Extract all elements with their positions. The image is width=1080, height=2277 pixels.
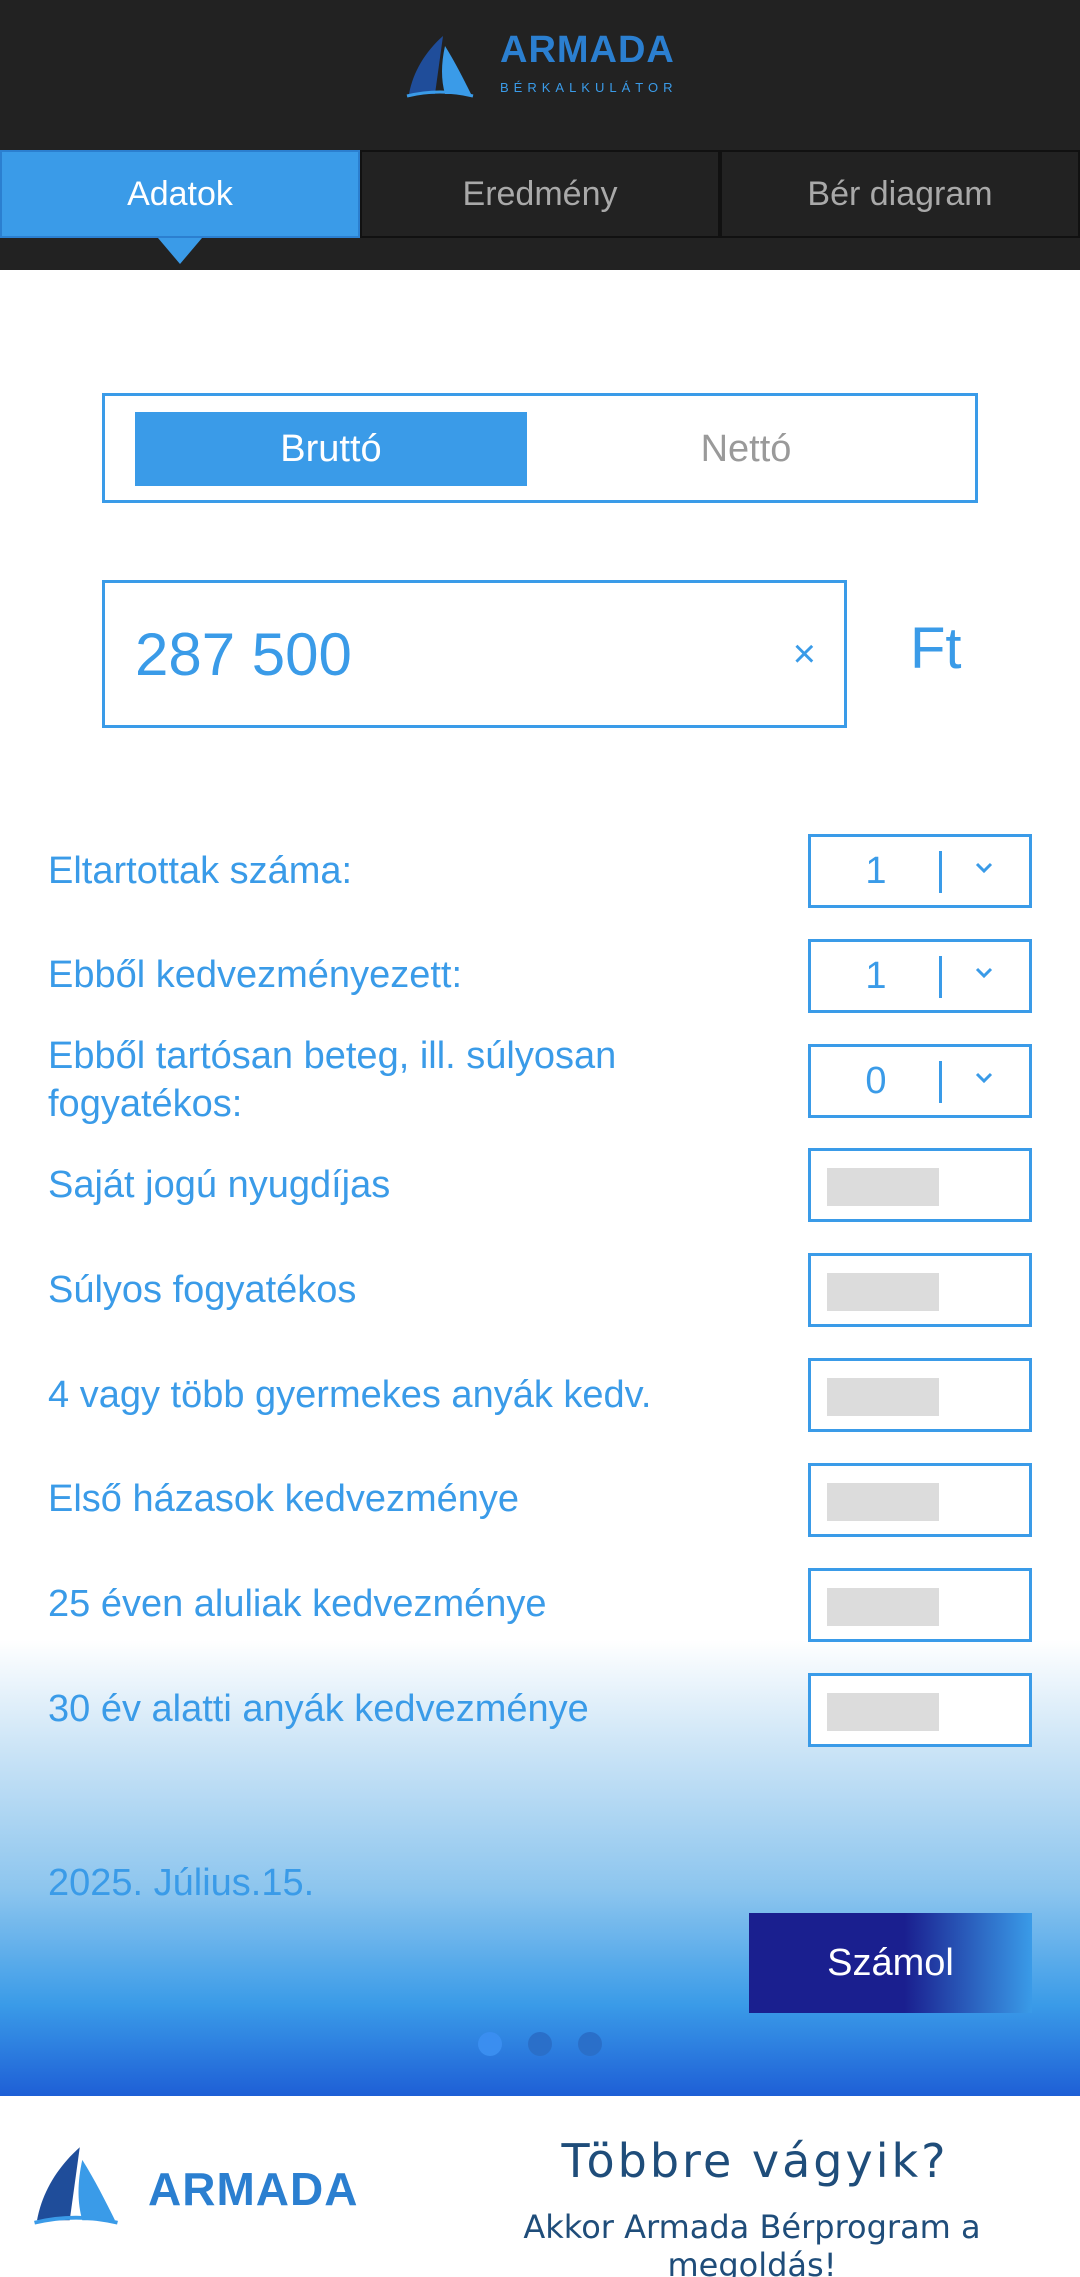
switch-knob <box>827 1273 939 1311</box>
amount-value: 287 500 <box>135 620 352 688</box>
sail-logo-icon <box>406 36 474 98</box>
switch-knob <box>827 1693 939 1731</box>
date-label: 2025. Július.15. <box>48 1862 315 1904</box>
chevron-down-icon <box>975 967 993 979</box>
beneficiaries-label: Ebből kedvezményezett: <box>48 954 463 996</box>
ad-banner[interactable]: ARMADA Többre vágyik? Akkor Armada Bérpr… <box>0 2096 1080 2277</box>
page-dot-2[interactable] <box>528 2032 552 2056</box>
beneficiaries-select[interactable]: 1 <box>808 939 1032 1013</box>
brutto-netto-toggle: Bruttó Nettó <box>102 393 978 503</box>
switch-knob <box>827 1483 939 1521</box>
toggle-netto[interactable]: Nettó <box>550 412 942 486</box>
banner-subtitle: Akkor Armada Bérprogram a megoldás! <box>523 2208 981 2277</box>
banner-brand-name: ARMADA <box>148 2163 359 2215</box>
select-divider <box>939 956 942 998</box>
pensioner-label: Saját jogú nyugdíjas <box>48 1164 391 1206</box>
toggle-brutto[interactable]: Bruttó <box>135 412 527 486</box>
dependents-label: Eltartottak száma: <box>48 850 353 892</box>
mothers-four-children-label: 4 vagy több gyermekes anyák kedv. <box>48 1374 652 1416</box>
calculate-button[interactable]: Számol <box>749 1913 1032 2013</box>
tab-bar: Adatok Eredmény Bér diagram <box>0 150 1080 270</box>
sail-logo-icon <box>34 2147 118 2225</box>
dependents-select[interactable]: 1 <box>808 834 1032 908</box>
tab-ber-diagram[interactable]: Bér diagram <box>720 150 1080 238</box>
severely-disabled-label: Súlyos fogyatékos <box>48 1269 357 1311</box>
amount-input[interactable]: 287 500 × <box>102 580 847 728</box>
active-tab-indicator <box>158 238 202 264</box>
brand-subtitle: BÉRKALKULÁTOR <box>500 80 678 95</box>
select-value: 0 <box>865 1059 887 1102</box>
mothers-four-children-switch[interactable] <box>808 1358 1032 1432</box>
first-marriage-label: Első házasok kedvezménye <box>48 1478 520 1520</box>
switch-knob <box>827 1168 939 1206</box>
banner-title: Többre vágyik? <box>561 2134 949 2188</box>
page-dot-1[interactable] <box>478 2032 502 2056</box>
disabled-dependents-label: Ebből tartósan beteg, ill. súlyosan fogy… <box>48 1035 617 1125</box>
disabled-dependents-select[interactable]: 0 <box>808 1044 1032 1118</box>
tab-adatok[interactable]: Adatok <box>0 150 360 238</box>
switch-knob <box>827 1588 939 1626</box>
page-indicator <box>478 2032 602 2056</box>
currency-label: Ft <box>910 616 962 681</box>
pensioner-switch[interactable] <box>808 1148 1032 1222</box>
chevron-down-icon <box>975 862 993 874</box>
brand: ARMADA BÉRKALKULÁTOR <box>405 28 685 108</box>
clear-icon[interactable]: × <box>793 583 816 725</box>
chevron-down-icon <box>975 1072 993 1084</box>
under-25-label: 25 éven aluliak kedvezménye <box>48 1583 547 1625</box>
select-divider <box>939 851 942 893</box>
select-value: 1 <box>865 954 887 997</box>
select-value: 1 <box>865 849 887 892</box>
first-marriage-switch[interactable] <box>808 1463 1032 1537</box>
switch-knob <box>827 1378 939 1416</box>
under-25-switch[interactable] <box>808 1568 1032 1642</box>
select-divider <box>939 1061 942 1103</box>
page-dot-3[interactable] <box>578 2032 602 2056</box>
app-header: ARMADA BÉRKALKULÁTOR <box>0 0 1080 150</box>
brand-name: ARMADA <box>500 29 675 71</box>
severely-disabled-switch[interactable] <box>808 1253 1032 1327</box>
mothers-under-30-label: 30 év alatti anyák kedvezménye <box>48 1688 589 1730</box>
mothers-under-30-switch[interactable] <box>808 1673 1032 1747</box>
tab-eredmeny[interactable]: Eredmény <box>360 150 720 238</box>
